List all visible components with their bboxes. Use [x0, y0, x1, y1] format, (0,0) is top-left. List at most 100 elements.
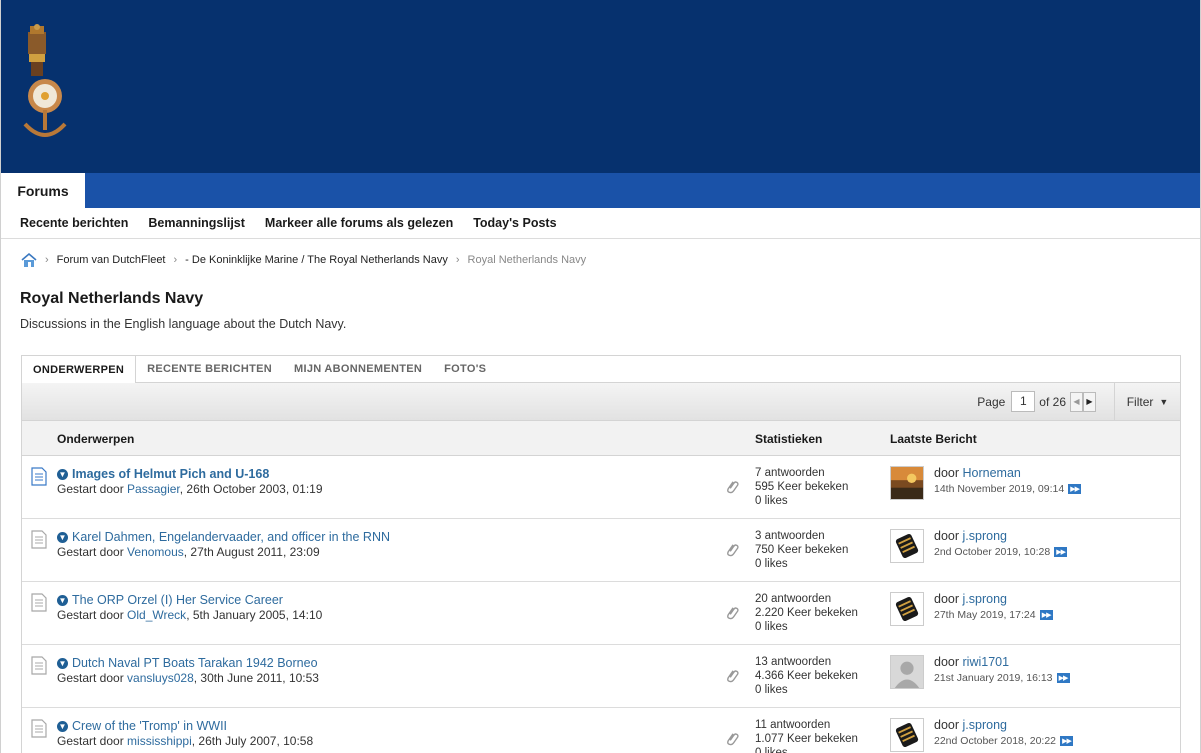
topic-row[interactable]: ▼ The ORP Orzel (I) Her Service Career G…: [22, 582, 1180, 645]
like-count: 0 likes: [755, 558, 788, 570]
tab-forums[interactable]: Forums: [1, 173, 85, 208]
tab-topics[interactable]: ONDERWERPEN: [22, 356, 137, 383]
go-first-unread-icon[interactable]: ▼: [57, 720, 68, 732]
navy-emblem-logo[interactable]: [19, 24, 75, 142]
started-by-label: Gestart door: [57, 545, 124, 559]
topic-row[interactable]: ▼ Images of Helmut Pich and U-168 Gestar…: [22, 456, 1180, 519]
last-post-user-link[interactable]: j.sprong: [963, 529, 1007, 543]
document-icon: [31, 467, 47, 486]
started-by-label: Gestart door: [57, 608, 124, 622]
last-post-user-link[interactable]: j.sprong: [963, 592, 1007, 606]
prev-page-button[interactable]: ◀: [1070, 391, 1083, 412]
forum-description: Discussions in the English language abou…: [20, 317, 347, 331]
topic-title-link[interactable]: ▼ Dutch Naval PT Boats Tarakan 1942 Born…: [57, 656, 318, 670]
topic-meta: Gestart door Old_Wreck, 5th January 2005…: [57, 608, 322, 622]
topic-title[interactable]: Dutch Naval PT Boats Tarakan 1942 Borneo: [72, 656, 318, 670]
go-first-unread-icon[interactable]: ▼: [57, 468, 68, 480]
column-stats[interactable]: Statistieken: [755, 432, 822, 446]
topic-row[interactable]: ▼ Dutch Naval PT Boats Tarakan 1942 Born…: [22, 645, 1180, 708]
avatar[interactable]: [890, 529, 924, 563]
topic-meta: Gestart door vansluys028, 30th June 2011…: [57, 671, 319, 685]
go-first-unread-icon[interactable]: ▼: [57, 531, 68, 543]
go-first-unread-icon[interactable]: ▼: [57, 594, 68, 606]
tab-my-subscriptions[interactable]: MIJN ABONNEMENTEN: [283, 356, 433, 382]
door-label: door: [934, 718, 960, 732]
last-post-user-link[interactable]: Horneman: [963, 466, 1021, 480]
topic-stats: 20 antwoorden 2.220 Keer bekeken 0 likes: [755, 592, 858, 634]
topic-stats: 3 antwoorden 750 Keer bekeken 0 likes: [755, 529, 848, 571]
topic-title[interactable]: Crew of the 'Tromp' in WWII: [72, 719, 227, 733]
home-icon[interactable]: [21, 252, 37, 268]
last-post-date: 22nd October 2018, 20:22 ▶▶: [934, 735, 1074, 747]
like-count: 0 likes: [755, 495, 788, 507]
chevron-right-icon: ›: [455, 254, 460, 266]
topic-row[interactable]: ▼ Crew of the 'Tromp' in WWII Gestart do…: [22, 708, 1180, 753]
avatar[interactable]: [890, 655, 924, 689]
column-last-post[interactable]: Laatste Bericht: [890, 432, 977, 446]
topic-rows: ▼ Images of Helmut Pich and U-168 Gestar…: [22, 456, 1180, 753]
subnav-member-list[interactable]: Bemanningslijst: [148, 216, 245, 230]
last-post-date: 27th May 2019, 17:24 ▶▶: [934, 609, 1053, 621]
avatar[interactable]: [890, 466, 924, 500]
topic-title-link[interactable]: ▼ Karel Dahmen, Engelandervaader, and of…: [57, 530, 390, 544]
topic-tabs: ONDERWERPEN RECENTE BERICHTEN MIJN ABONN…: [22, 356, 1180, 383]
topic-author-link[interactable]: mississhippi: [127, 734, 192, 748]
go-to-last-post-icon[interactable]: ▶▶: [1039, 610, 1053, 620]
chevron-right-icon: ›: [45, 254, 49, 266]
tab-recent-posts[interactable]: RECENTE BERICHTEN: [136, 356, 283, 382]
topic-title[interactable]: Images of Helmut Pich and U-168: [72, 467, 269, 481]
last-post-timestamp: 2nd October 2019, 10:28: [934, 546, 1051, 558]
reply-count: 7 antwoorden: [755, 467, 825, 479]
document-icon: [31, 593, 47, 612]
started-by-label: Gestart door: [57, 671, 124, 685]
topic-title-link[interactable]: ▼ Crew of the 'Tromp' in WWII: [57, 719, 227, 733]
last-post-user-link[interactable]: riwi1701: [963, 655, 1010, 669]
column-headers: Onderwerpen Statistieken Laatste Bericht: [22, 421, 1180, 456]
topic-title[interactable]: Karel Dahmen, Engelandervaader, and offi…: [72, 530, 390, 544]
topic-start-date: , 26th October 2003, 01:19: [179, 482, 323, 496]
column-topics[interactable]: Onderwerpen: [57, 432, 134, 446]
breadcrumb-forum-link[interactable]: Forum van DutchFleet: [57, 254, 166, 266]
tab-photos[interactable]: FOTO'S: [433, 356, 497, 382]
breadcrumb-current: Royal Netherlands Navy: [467, 254, 587, 266]
next-page-button[interactable]: ▶: [1083, 391, 1096, 412]
page-number-input[interactable]: 1: [1011, 391, 1036, 412]
topic-author-link[interactable]: Passagier: [127, 482, 180, 496]
go-to-last-post-icon[interactable]: ▶▶: [1056, 673, 1070, 683]
go-first-unread-icon[interactable]: ▼: [57, 657, 68, 669]
reply-count: 13 antwoorden: [755, 656, 832, 668]
topic-author-link[interactable]: Old_Wreck: [127, 608, 186, 622]
topic-title-link[interactable]: ▼ The ORP Orzel (I) Her Service Career: [57, 593, 283, 607]
sub-navigation: Recente berichten Bemanningslijst Markee…: [1, 208, 1200, 239]
view-count: 4.366 Keer bekeken: [755, 670, 858, 682]
page-total: of 26: [1039, 394, 1066, 409]
topic-row[interactable]: ▼ Karel Dahmen, Engelandervaader, and of…: [22, 519, 1180, 582]
breadcrumb-category-link[interactable]: - De Koninklijke Marine / The Royal Neth…: [185, 254, 448, 266]
last-post-user-link[interactable]: j.sprong: [963, 718, 1007, 732]
last-post-date: 14th November 2019, 09:14 ▶▶: [934, 483, 1082, 495]
avatar[interactable]: [890, 592, 924, 626]
subnav-recent-posts[interactable]: Recente berichten: [20, 216, 128, 230]
topic-meta: Gestart door Venomous, 27th August 2011,…: [57, 545, 320, 559]
view-count: 1.077 Keer bekeken: [755, 733, 858, 745]
go-to-last-post-icon[interactable]: ▶▶: [1054, 547, 1068, 557]
go-to-last-post-icon[interactable]: ▶▶: [1068, 484, 1082, 494]
paperclip-icon: [727, 733, 739, 746]
started-by-label: Gestart door: [57, 734, 124, 748]
subnav-mark-forums-read[interactable]: Markeer alle forums als gelezen: [265, 216, 453, 230]
topic-title[interactable]: The ORP Orzel (I) Her Service Career: [72, 593, 283, 607]
topic-stats: 11 antwoorden 1.077 Keer bekeken 0 likes: [755, 718, 858, 753]
subnav-todays-posts[interactable]: Today's Posts: [473, 216, 556, 230]
caret-down-icon: ▼: [1159, 396, 1169, 407]
filter-button[interactable]: Filter ▼: [1114, 383, 1180, 420]
topic-author-link[interactable]: Venomous: [127, 545, 184, 559]
topic-start-date: , 26th July 2007, 10:58: [191, 734, 314, 748]
topic-author-link[interactable]: vansluys028: [127, 671, 194, 685]
topic-title-link[interactable]: ▼ Images of Helmut Pich and U-168: [57, 467, 269, 481]
door-label: door: [934, 655, 960, 669]
go-to-last-post-icon[interactable]: ▶▶: [1060, 736, 1074, 746]
avatar[interactable]: [890, 718, 924, 752]
topic-start-date: , 27th August 2011, 23:09: [183, 545, 320, 559]
paperclip-icon: [727, 670, 739, 683]
filter-label: Filter: [1126, 394, 1154, 409]
